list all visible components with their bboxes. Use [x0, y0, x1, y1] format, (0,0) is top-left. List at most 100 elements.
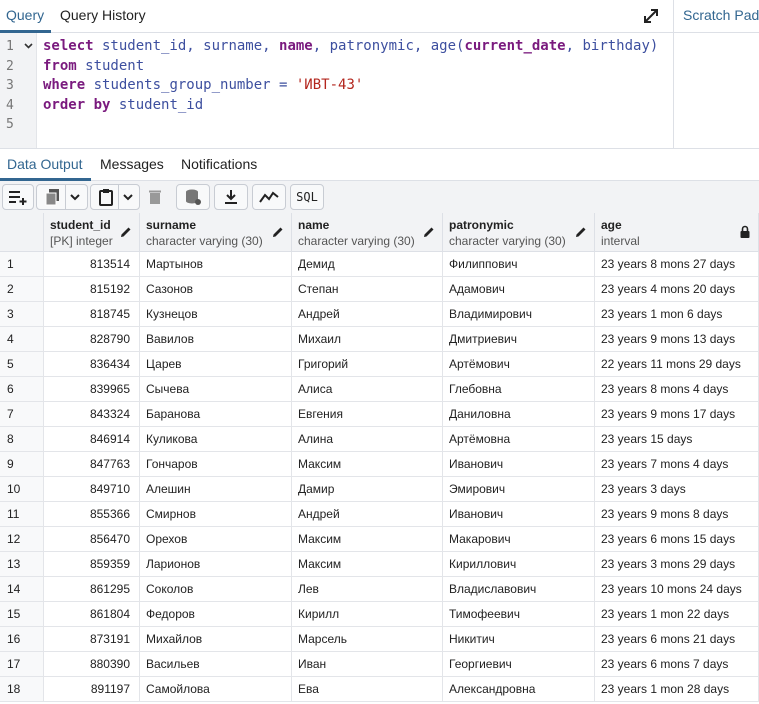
table-row[interactable]: 16 873191 Михайлов Марсель Никитич 23 years 6…	[0, 627, 759, 652]
column-header-name[interactable]: name character varying (30)	[292, 213, 443, 252]
table-cell[interactable]: Андрей	[292, 502, 443, 527]
column-header-student-id[interactable]: student_id [PK] integer	[44, 213, 140, 252]
table-cell[interactable]: Максим	[292, 452, 443, 477]
table-cell[interactable]: Михайлов	[140, 627, 292, 652]
table-cell[interactable]: Дмитриевич	[443, 327, 595, 352]
table-cell[interactable]: 23 years 7 mons 4 days	[595, 452, 759, 477]
table-cell[interactable]: 859359	[44, 552, 140, 577]
table-cell[interactable]: Смирнов	[140, 502, 292, 527]
table-cell[interactable]: 23 years 1 mon 28 days	[595, 677, 759, 702]
table-cell[interactable]: 23 years 10 mons 24 days	[595, 577, 759, 602]
table-cell[interactable]: Михаил	[292, 327, 443, 352]
table-cell[interactable]: 880390	[44, 652, 140, 677]
table-cell[interactable]: 846914	[44, 427, 140, 452]
table-cell[interactable]: 23 years 8 mons 27 days	[595, 252, 759, 277]
table-cell[interactable]: Царев	[140, 352, 292, 377]
table-cell[interactable]: 839965	[44, 377, 140, 402]
pencil-icon[interactable]	[271, 225, 285, 239]
table-cell[interactable]: Артёмович	[443, 352, 595, 377]
table-row[interactable]: 14 861295 Соколов Лев Владиславович 23 years …	[0, 577, 759, 602]
table-cell[interactable]: 828790	[44, 327, 140, 352]
table-cell[interactable]: 23 years 3 mons 29 days	[595, 552, 759, 577]
table-cell[interactable]: Куликова	[140, 427, 292, 452]
table-row[interactable]: 4 828790 Вавилов Михаил Дмитриевич 23 years 9…	[0, 327, 759, 352]
table-cell[interactable]: Марсель	[292, 627, 443, 652]
download-button[interactable]	[214, 184, 248, 210]
tab-data-output[interactable]: Data Output	[7, 156, 83, 172]
table-row[interactable]: 18 891197 Самойлова Ева Александровна 23 year…	[0, 677, 759, 702]
sql-button[interactable]: SQL	[290, 184, 324, 210]
tab-messages[interactable]: Messages	[100, 156, 164, 172]
paste-button[interactable]	[90, 184, 140, 210]
table-row[interactable]: 9 847763 Гончаров Максим Иванович 23 years 7 …	[0, 452, 759, 477]
table-row[interactable]: 1 813514 Мартынов Демид Филиппович 23 years 8…	[0, 252, 759, 277]
graph-visualiser-button[interactable]	[252, 184, 286, 210]
table-cell[interactable]: 23 years 6 mons 15 days	[595, 527, 759, 552]
table-cell[interactable]: 22 years 11 mons 29 days	[595, 352, 759, 377]
table-cell[interactable]: Григорий	[292, 352, 443, 377]
table-row[interactable]: 15 861804 Федоров Кирилл Тимофеевич 23 years …	[0, 602, 759, 627]
table-row[interactable]: 2 815192 Сазонов Степан Адамович 23 years 4 m…	[0, 277, 759, 302]
table-cell[interactable]: 23 years 9 mons 13 days	[595, 327, 759, 352]
table-cell[interactable]: Ларионов	[140, 552, 292, 577]
table-row[interactable]: 8 846914 Куликова Алина Артёмовна 23 years 15…	[0, 427, 759, 452]
table-cell[interactable]: 23 years 1 mon 22 days	[595, 602, 759, 627]
table-cell[interactable]: 23 years 8 mons 4 days	[595, 377, 759, 402]
table-cell[interactable]: 855366	[44, 502, 140, 527]
table-cell[interactable]: 873191	[44, 627, 140, 652]
table-row[interactable]: 10 849710 Алешин Дамир Эмирович 23 years 3 da…	[0, 477, 759, 502]
save-data-button[interactable]	[176, 184, 210, 210]
table-cell[interactable]: Владиславович	[443, 577, 595, 602]
table-cell[interactable]: 849710	[44, 477, 140, 502]
table-cell[interactable]: Васильев	[140, 652, 292, 677]
table-cell[interactable]: Филиппович	[443, 252, 595, 277]
table-cell[interactable]: Иванович	[443, 502, 595, 527]
sql-editor[interactable]: 12345 select student_id, surname, name, …	[0, 33, 673, 148]
table-cell[interactable]: Макарович	[443, 527, 595, 552]
table-row[interactable]: 6 839965 Сычева Алиса Глебовна 23 years 8 mon…	[0, 377, 759, 402]
add-row-button[interactable]	[2, 184, 34, 210]
table-cell[interactable]: Алешин	[140, 477, 292, 502]
table-row[interactable]: 3 818745 Кузнецов Андрей Владимирович 23 year…	[0, 302, 759, 327]
table-cell[interactable]: 815192	[44, 277, 140, 302]
pencil-icon[interactable]	[422, 225, 436, 239]
delete-button[interactable]	[142, 184, 168, 210]
table-cell[interactable]: Эмирович	[443, 477, 595, 502]
table-cell[interactable]: Вавилов	[140, 327, 292, 352]
table-cell[interactable]: 23 years 6 mons 21 days	[595, 627, 759, 652]
column-header-patronymic[interactable]: patronymic character varying (30)	[443, 213, 595, 252]
table-row[interactable]: 12 856470 Орехов Максим Макарович 23 years 6 …	[0, 527, 759, 552]
table-cell[interactable]: Мартынов	[140, 252, 292, 277]
table-cell[interactable]: Гончаров	[140, 452, 292, 477]
table-row[interactable]: 17 880390 Васильев Иван Георгиевич 23 years 6…	[0, 652, 759, 677]
table-cell[interactable]: Соколов	[140, 577, 292, 602]
table-cell[interactable]: Степан	[292, 277, 443, 302]
table-cell[interactable]: Андрей	[292, 302, 443, 327]
tab-query-history[interactable]: Query History	[60, 7, 146, 23]
table-cell[interactable]: Евгения	[292, 402, 443, 427]
table-cell[interactable]: Иванович	[443, 452, 595, 477]
column-header-age[interactable]: age interval	[595, 213, 759, 252]
pencil-icon[interactable]	[119, 225, 133, 239]
table-cell[interactable]: 836434	[44, 352, 140, 377]
table-cell[interactable]: Алина	[292, 427, 443, 452]
tab-scratch-pad[interactable]: Scratch Pad	[683, 7, 759, 23]
pencil-icon[interactable]	[574, 225, 588, 239]
table-cell[interactable]: 23 years 9 mons 17 days	[595, 402, 759, 427]
tab-query[interactable]: Query	[6, 7, 44, 23]
table-cell[interactable]: Сазонов	[140, 277, 292, 302]
table-cell[interactable]: Владимирович	[443, 302, 595, 327]
table-cell[interactable]: Баранова	[140, 402, 292, 427]
table-row[interactable]: 5 836434 Царев Григорий Артёмович 22 years 11…	[0, 352, 759, 377]
table-cell[interactable]: Алиса	[292, 377, 443, 402]
tab-notifications[interactable]: Notifications	[181, 156, 257, 172]
column-header-surname[interactable]: surname character varying (30)	[140, 213, 292, 252]
table-cell[interactable]: 861804	[44, 602, 140, 627]
table-cell[interactable]: Адамович	[443, 277, 595, 302]
fold-chevron-icon[interactable]	[24, 41, 33, 52]
table-row[interactable]: 11 855366 Смирнов Андрей Иванович 23 years 9 …	[0, 502, 759, 527]
table-cell[interactable]: 861295	[44, 577, 140, 602]
table-cell[interactable]: 891197	[44, 677, 140, 702]
table-cell[interactable]: Кириллович	[443, 552, 595, 577]
table-cell[interactable]: Иван	[292, 652, 443, 677]
